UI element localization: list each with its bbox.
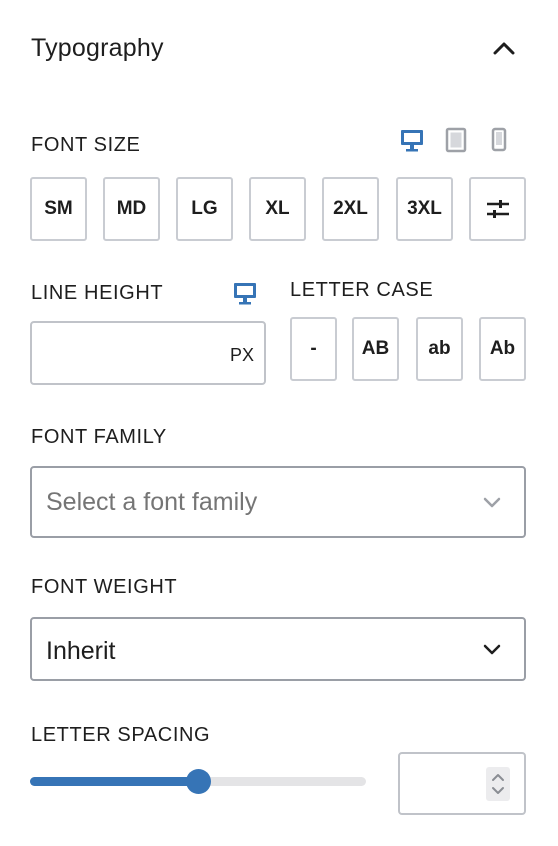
device-tablet-button[interactable] (442, 126, 470, 154)
letter-spacing-input[interactable] (398, 752, 526, 815)
font-size-xl-button[interactable]: XL (249, 177, 306, 241)
mobile-icon (491, 127, 507, 152)
letter-spacing-spinner[interactable] (486, 767, 510, 801)
font-family-placeholder: Select a font family (46, 488, 258, 516)
chevron-down-icon (483, 497, 501, 508)
device-mobile-button[interactable] (485, 126, 513, 154)
device-switcher (398, 126, 513, 154)
device-desktop-button[interactable] (398, 126, 426, 154)
font-family-select[interactable]: Select a font family (30, 466, 526, 538)
font-size-sm-button[interactable]: SM (30, 177, 87, 241)
letter-spacing-slider[interactable] (30, 769, 366, 794)
letter-spacing-slider-fill (30, 777, 198, 786)
font-size-label: FONT SIZE (31, 134, 141, 156)
letter-spacing-label: LETTER SPACING (31, 724, 211, 746)
font-size-lg-button[interactable]: LG (176, 177, 233, 241)
font-size-md-button[interactable]: MD (103, 177, 160, 241)
letter-case-lowercase-button[interactable]: ab (416, 317, 463, 381)
line-height-input[interactable]: PX (30, 321, 266, 385)
typography-panel: Typography FONT SIZE SM MD LG XL 2XL 3XL… (0, 0, 558, 846)
font-size-2xl-button[interactable]: 2XL (322, 177, 379, 241)
font-weight-chevron (480, 637, 504, 661)
font-size-3xl-button[interactable]: 3XL (396, 177, 453, 241)
desktop-icon (401, 130, 423, 152)
font-family-chevron (480, 490, 504, 514)
chevron-up-icon (493, 42, 515, 55)
letter-case-label: LETTER CASE (290, 279, 434, 301)
sliders-icon (486, 200, 509, 218)
tablet-icon (445, 127, 467, 153)
line-height-label: LINE HEIGHT (31, 282, 164, 304)
chevron-down-icon (483, 644, 501, 655)
font-weight-label: FONT WEIGHT (31, 576, 178, 598)
font-size-custom-button[interactable] (469, 177, 526, 241)
letter-case-uppercase-button[interactable]: AB (352, 317, 399, 381)
line-height-device-button[interactable] (231, 279, 259, 307)
font-family-label: FONT FAMILY (31, 426, 167, 448)
panel-title: Typography (31, 34, 164, 62)
letter-case-none-button[interactable]: - (290, 317, 337, 381)
font-weight-value: Inherit (46, 637, 116, 665)
font-weight-select[interactable]: Inherit (30, 617, 526, 681)
letter-spacing-slider-thumb[interactable] (186, 769, 211, 794)
desktop-icon (234, 283, 256, 305)
line-height-unit: PX (229, 345, 254, 365)
collapse-toggle[interactable] (488, 32, 520, 64)
letter-case-capitalize-button[interactable]: Ab (479, 317, 526, 381)
panel-header[interactable]: Typography (31, 28, 526, 68)
spinner-arrows-icon (492, 774, 504, 794)
